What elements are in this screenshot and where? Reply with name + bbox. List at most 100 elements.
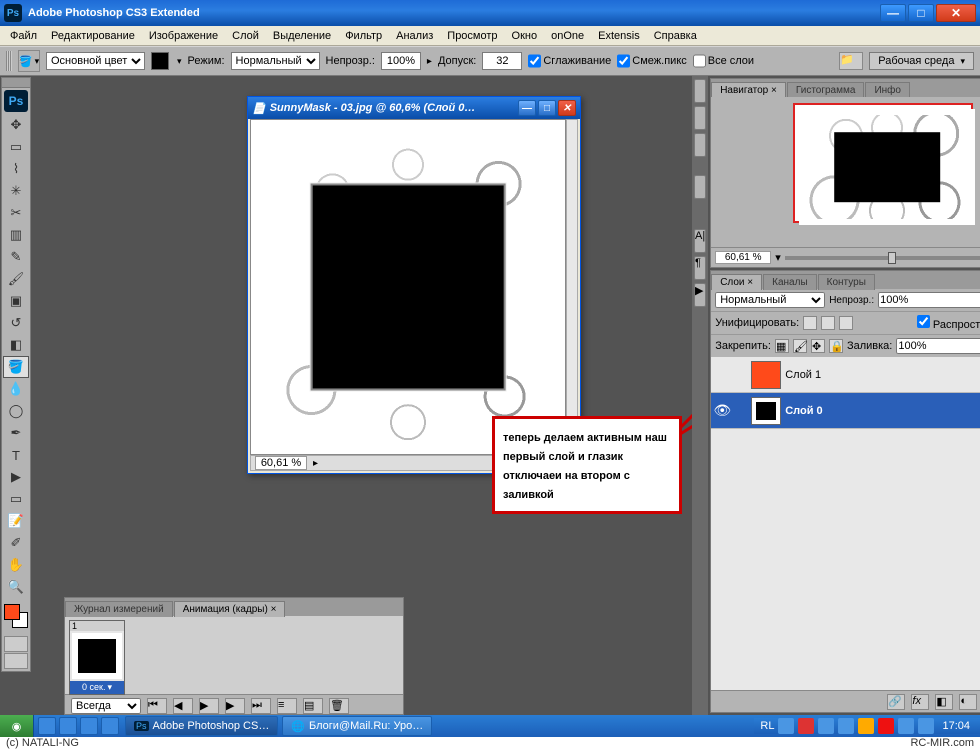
eyedropper-tool[interactable]: ✐ bbox=[3, 532, 29, 554]
layer-blend-mode-select[interactable]: Нормальный bbox=[715, 292, 825, 308]
tween-button[interactable]: ≡ bbox=[277, 698, 297, 714]
layer-thumbnail-1[interactable] bbox=[751, 361, 781, 389]
dock-icon-layer-comps[interactable] bbox=[694, 175, 706, 199]
tray-icon-8[interactable] bbox=[918, 718, 934, 734]
menu-onone[interactable]: onOne bbox=[545, 28, 590, 44]
layer-fx-icon[interactable]: fx bbox=[911, 694, 929, 710]
type-tool[interactable]: T bbox=[3, 444, 29, 466]
window-maximize-button[interactable]: □ bbox=[908, 4, 934, 22]
layer-name-1[interactable]: Слой 1 bbox=[785, 369, 980, 381]
history-brush-tool[interactable]: ↺ bbox=[3, 312, 29, 334]
navigator-thumbnail[interactable] bbox=[793, 103, 973, 223]
start-button[interactable]: ◉ bbox=[0, 715, 34, 737]
unify-position-icon[interactable] bbox=[803, 316, 817, 330]
menu-analysis[interactable]: Анализ bbox=[390, 28, 439, 44]
layer-fill-input[interactable] bbox=[896, 338, 980, 354]
tray-icon-3[interactable] bbox=[818, 718, 834, 734]
tab-channels[interactable]: Каналы bbox=[763, 274, 817, 290]
dock-icon-paragraph[interactable]: ¶ bbox=[694, 256, 706, 280]
layer-mask-icon[interactable]: ◧ bbox=[935, 694, 953, 710]
antialias-checkbox[interactable]: Сглаживание bbox=[528, 52, 611, 70]
tab-info[interactable]: Инфо bbox=[865, 82, 910, 98]
notes-tool[interactable]: 📝 bbox=[3, 510, 29, 532]
menu-file[interactable]: Файл bbox=[4, 28, 43, 44]
animation-frame-1[interactable]: 1 0 сек. bbox=[69, 620, 125, 695]
fill-source-select[interactable]: Основной цвет bbox=[46, 52, 145, 70]
loop-select[interactable]: Всегда bbox=[71, 698, 141, 714]
unify-visibility-icon[interactable] bbox=[821, 316, 835, 330]
lasso-tool[interactable]: ⌇ bbox=[3, 158, 29, 180]
doc-status-menu[interactable] bbox=[313, 457, 318, 469]
eraser-tool[interactable]: ◧ bbox=[3, 334, 29, 356]
menu-select[interactable]: Выделение bbox=[267, 28, 337, 44]
go-to-bridge-icon[interactable]: 📁 bbox=[839, 52, 863, 70]
zoom-slider[interactable] bbox=[785, 256, 980, 260]
marquee-tool[interactable]: ▭ bbox=[3, 136, 29, 158]
paint-bucket-tool-icon[interactable]: 🪣 bbox=[18, 50, 40, 72]
zoom-out-icon[interactable]: ▾ bbox=[775, 251, 781, 264]
doc-maximize-button[interactable]: □ bbox=[538, 100, 556, 116]
paint-bucket-tool[interactable]: 🪣 bbox=[3, 356, 29, 378]
brush-tool[interactable]: 🖌 bbox=[3, 268, 29, 290]
healing-brush-tool[interactable]: ✎ bbox=[3, 246, 29, 268]
play-button[interactable]: ▶ bbox=[199, 698, 219, 714]
tray-icon-5[interactable] bbox=[858, 718, 874, 734]
delete-frame-button[interactable]: 🗑 bbox=[329, 698, 349, 714]
lock-all-icon[interactable]: 🔒 bbox=[829, 339, 843, 353]
ql-icon-1[interactable] bbox=[38, 717, 56, 735]
ql-icon-3[interactable] bbox=[80, 717, 98, 735]
foreground-color[interactable] bbox=[4, 604, 20, 620]
navigator-zoom-field[interactable]: 60,61 % bbox=[715, 251, 771, 264]
menu-help[interactable]: Справка bbox=[648, 28, 703, 44]
opacity-flyout[interactable] bbox=[427, 55, 432, 67]
link-layers-icon[interactable]: 🔗 bbox=[887, 694, 905, 710]
tab-navigator[interactable]: Навигатор × bbox=[711, 82, 786, 98]
slice-tool[interactable]: ▥ bbox=[3, 224, 29, 246]
dock-icon-tool-presets[interactable] bbox=[694, 133, 706, 157]
window-close-button[interactable]: ✕ bbox=[936, 4, 976, 22]
menu-window[interactable]: Окно bbox=[506, 28, 544, 44]
prev-frame-button[interactable]: ◀ bbox=[173, 698, 193, 714]
tab-measurement-log[interactable]: Журнал измерений bbox=[65, 601, 173, 617]
dock-icon-actions[interactable]: ▶ bbox=[694, 283, 706, 307]
layer-row-1[interactable]: Слой 1 bbox=[711, 357, 980, 393]
hand-tool[interactable]: ✋ bbox=[3, 554, 29, 576]
contiguous-checkbox[interactable]: Смеж.пикс bbox=[617, 52, 686, 70]
ql-icon-4[interactable] bbox=[101, 717, 119, 735]
language-indicator[interactable]: RL bbox=[760, 720, 774, 732]
color-swatches[interactable] bbox=[4, 604, 28, 628]
pattern-picker[interactable] bbox=[175, 55, 182, 67]
tray-icon-4[interactable] bbox=[838, 718, 854, 734]
window-minimize-button[interactable]: — bbox=[880, 4, 906, 22]
menu-edit[interactable]: Редактирование bbox=[45, 28, 141, 44]
tray-icon-2[interactable] bbox=[798, 718, 814, 734]
taskbar-item-browser[interactable]: 🌐Блоги@Mail.Ru: Уро… bbox=[282, 716, 432, 736]
frame-duration[interactable]: 0 сек. bbox=[70, 681, 124, 694]
tray-icon-7[interactable] bbox=[898, 718, 914, 734]
layer-name-0[interactable]: Слой 0 bbox=[785, 405, 980, 417]
doc-minimize-button[interactable]: — bbox=[518, 100, 536, 116]
unify-style-icon[interactable] bbox=[839, 316, 853, 330]
document-titlebar[interactable]: 📄 SunnyMask - 03.jpg @ 60,6% (Слой 0… — … bbox=[248, 97, 580, 119]
dock-icon-brushes[interactable] bbox=[694, 79, 706, 103]
path-selection-tool[interactable]: ▶ bbox=[3, 466, 29, 488]
lock-pixels-icon[interactable]: 🖌 bbox=[793, 339, 807, 353]
document-canvas[interactable] bbox=[250, 119, 566, 455]
dock-icon-character[interactable]: A| bbox=[694, 229, 706, 253]
propagate-frame-checkbox[interactable]: Распространить кадр 1 bbox=[917, 315, 980, 331]
quickmask-toggle[interactable] bbox=[4, 636, 28, 652]
last-frame-button[interactable]: ⏭ bbox=[251, 698, 271, 714]
first-frame-button[interactable]: ⏮ bbox=[147, 698, 167, 714]
menu-extensis[interactable]: Extensis bbox=[592, 28, 646, 44]
magic-wand-tool[interactable]: ✳ bbox=[3, 180, 29, 202]
lock-transparency-icon[interactable]: ▦ bbox=[775, 339, 789, 353]
taskbar-item-photoshop[interactable]: PsAdobe Photoshop CS… bbox=[125, 716, 278, 736]
doc-close-button[interactable]: ✕ bbox=[558, 100, 576, 116]
menu-image[interactable]: Изображение bbox=[143, 28, 224, 44]
menu-view[interactable]: Просмотр bbox=[441, 28, 503, 44]
blur-tool[interactable]: 💧 bbox=[3, 378, 29, 400]
tray-icon-1[interactable] bbox=[778, 718, 794, 734]
document-zoom-field[interactable]: 60,61 % bbox=[255, 456, 307, 470]
pen-tool[interactable]: ✒ bbox=[3, 422, 29, 444]
crop-tool[interactable]: ✂ bbox=[3, 202, 29, 224]
